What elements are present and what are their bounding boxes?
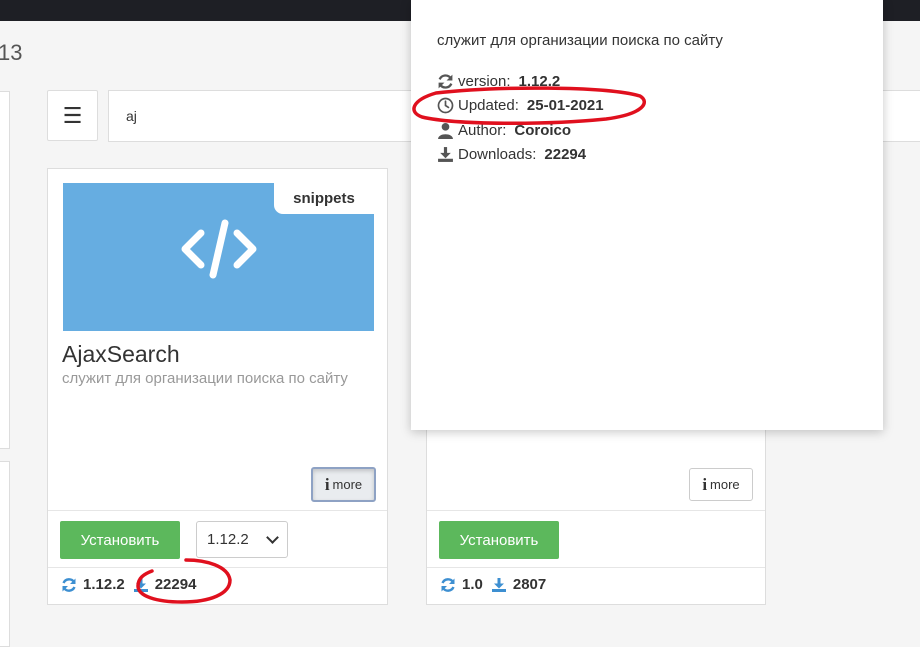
menu-icon: ☰ xyxy=(62,102,83,128)
version-value: 1.0 xyxy=(462,576,483,593)
package-description: служит для организации поиска по сайту xyxy=(62,370,348,387)
divider xyxy=(48,567,387,568)
popover-updated-row: Updated: 25-01-2021 xyxy=(437,97,604,114)
left-panel-edge xyxy=(0,91,10,449)
refresh-icon xyxy=(438,74,453,89)
package-details-popover: служит для организации поиска по сайту v… xyxy=(411,0,883,430)
divider xyxy=(427,510,765,511)
version-select[interactable]: 1.12.2 xyxy=(196,521,288,558)
download-icon xyxy=(491,577,506,592)
popover-version-row: version: 1.12.2 xyxy=(437,73,560,90)
downloads-value: 22294 xyxy=(154,576,197,593)
refresh-icon xyxy=(62,577,76,592)
updated-value: 25-01-2021 xyxy=(526,97,604,114)
download-icon xyxy=(133,577,148,592)
info-icon: i xyxy=(702,475,708,494)
author-label: Author: xyxy=(458,122,507,139)
left-panel-edge xyxy=(0,461,10,647)
popover-author-row: Author: Coroico xyxy=(437,122,571,139)
version-value: 1.12.2 xyxy=(83,576,125,593)
more-label: more xyxy=(710,477,740,492)
category-tag: snippets xyxy=(274,183,374,214)
package-card-ajaxsearch: snippets AjaxSearch служит для организац… xyxy=(47,168,388,605)
popover-downloads-row: Downloads: 22294 xyxy=(437,146,586,163)
version-select-value: 1.12.2 xyxy=(207,531,249,548)
package-stats: 1.12.2 22294 xyxy=(61,576,196,593)
popover-description: служит для организации поиска по сайту xyxy=(437,32,723,49)
more-label: more xyxy=(332,477,363,492)
downloads-label: Downloads: xyxy=(458,146,537,163)
package-title: AjaxSearch xyxy=(62,341,180,367)
refresh-icon xyxy=(441,577,455,592)
divider xyxy=(427,567,765,568)
package-stats: 1.0 2807 xyxy=(440,576,546,593)
code-icon xyxy=(181,219,257,279)
updated-label: Updated: xyxy=(458,97,519,114)
download-icon xyxy=(438,147,453,162)
more-info-button[interactable]: i more xyxy=(311,467,376,502)
divider xyxy=(48,510,387,511)
install-button[interactable]: Установить xyxy=(60,521,180,559)
install-button[interactable]: Установить xyxy=(439,521,559,559)
chevron-down-icon xyxy=(266,530,279,544)
more-info-button[interactable]: i more xyxy=(689,468,753,501)
downloads-value: 2807 xyxy=(512,576,547,593)
package-thumbnail: snippets xyxy=(63,183,374,331)
user-icon xyxy=(438,122,453,139)
version-value: 1.12.2 xyxy=(518,73,561,90)
page-number: 13 xyxy=(0,40,23,65)
author-value: Coroico xyxy=(514,122,572,139)
menu-button[interactable]: ☰ xyxy=(47,90,98,141)
info-icon: i xyxy=(324,475,330,494)
clock-icon xyxy=(437,97,454,114)
version-label: version: xyxy=(458,73,511,90)
downloads-value: 22294 xyxy=(544,146,587,163)
